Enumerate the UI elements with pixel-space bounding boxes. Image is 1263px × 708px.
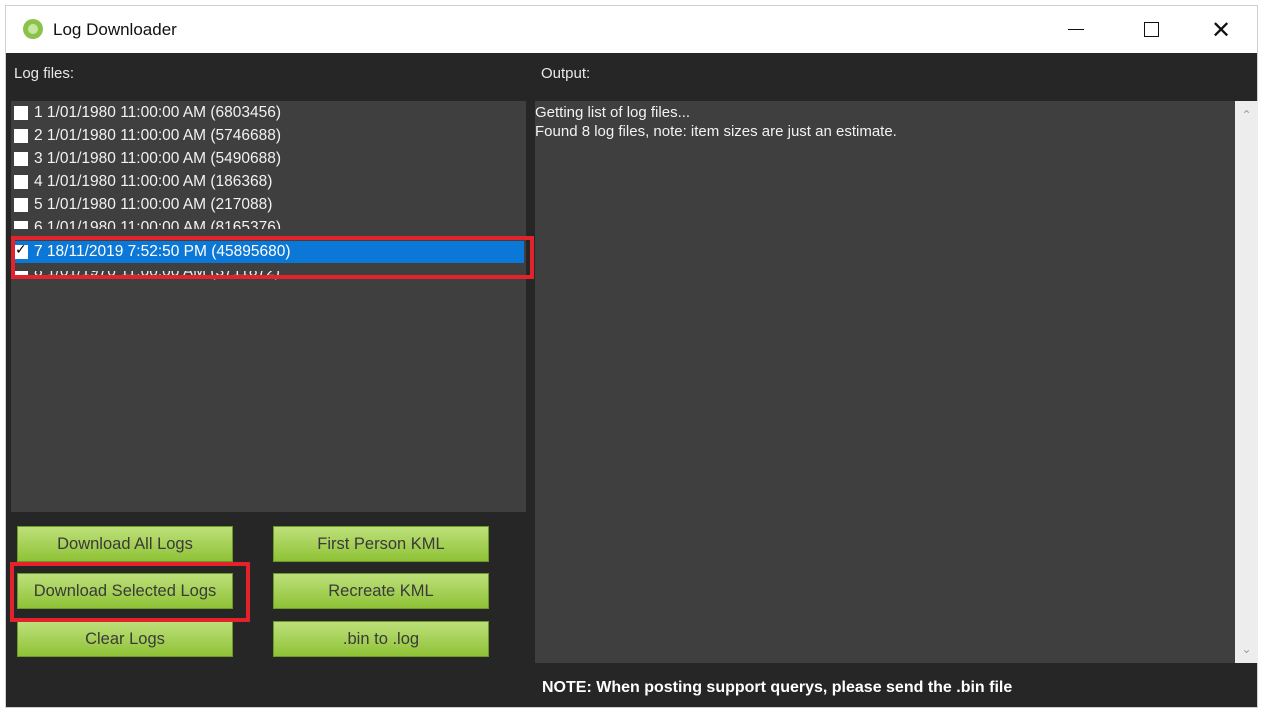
minimize-button[interactable] xyxy=(1041,6,1111,53)
log-file-item-4[interactable]: 4 1/01/1980 11:00:00 AM (186368) xyxy=(14,171,524,193)
close-icon: ✕ xyxy=(1210,15,1232,44)
app-logo-icon xyxy=(23,19,43,39)
highlight-box-download-selected xyxy=(10,562,250,622)
log-file-item-1[interactable]: 1 1/01/1980 11:00:00 AM (6803456) xyxy=(14,102,524,124)
output-scrollbar[interactable]: ⌃ ⌄ xyxy=(1235,101,1258,663)
checkbox[interactable] xyxy=(14,221,28,229)
support-note: NOTE: When posting support querys, pleas… xyxy=(542,679,1013,696)
checkbox[interactable] xyxy=(14,152,28,166)
log-file-label: 2 1/01/1980 11:00:00 AM (5746688) xyxy=(34,127,282,144)
log-file-label: 6 1/01/1980 11:00:00 AM (8165376) xyxy=(34,219,282,236)
log-file-label: 5 1/01/1980 11:00:00 AM (217088) xyxy=(34,196,273,213)
recreate-kml-button[interactable]: Recreate KML xyxy=(273,573,489,609)
output-label: Output: xyxy=(541,65,591,82)
checkbox[interactable] xyxy=(14,175,28,189)
close-button[interactable]: ✕ xyxy=(1186,6,1256,53)
output-line: Getting list of log files... xyxy=(535,104,691,121)
first-person-kml-button[interactable]: First Person KML xyxy=(273,526,489,562)
output-line: Found 8 log files, note: item sizes are … xyxy=(535,123,897,140)
log-files-list[interactable]: 1 1/01/1980 11:00:00 AM (6803456) 2 1/01… xyxy=(11,101,526,512)
log-file-label: 4 1/01/1980 11:00:00 AM (186368) xyxy=(34,173,273,190)
log-file-label: 3 1/01/1980 11:00:00 AM (5490688) xyxy=(34,150,282,167)
checkbox[interactable] xyxy=(14,129,28,143)
log-file-item-2[interactable]: 2 1/01/1980 11:00:00 AM (5746688) xyxy=(14,125,524,147)
window-title: Log Downloader xyxy=(53,20,177,39)
scroll-down-icon[interactable]: ⌄ xyxy=(1235,639,1258,659)
scroll-up-icon[interactable]: ⌃ xyxy=(1235,105,1258,125)
log-file-item-5[interactable]: 5 1/01/1980 11:00:00 AM (217088) xyxy=(14,194,524,216)
checkbox[interactable] xyxy=(14,198,28,212)
log-files-label: Log files: xyxy=(14,65,75,82)
log-downloader-window: Log Downloader ✕ Log files: Output: 1 1/… xyxy=(5,5,1258,708)
log-file-label: 1 1/01/1980 11:00:00 AM (6803456) xyxy=(34,104,282,121)
log-file-item-3[interactable]: 3 1/01/1980 11:00:00 AM (5490688) xyxy=(14,148,524,170)
download-all-logs-button[interactable]: Download All Logs xyxy=(17,526,233,562)
maximize-button[interactable] xyxy=(1116,6,1186,53)
title-bar: Log Downloader ✕ xyxy=(6,6,1257,53)
highlight-box-selected-log xyxy=(11,236,534,279)
output-textbox[interactable]: Getting list of log files... Found 8 log… xyxy=(535,101,1258,663)
clear-logs-button[interactable]: Clear Logs xyxy=(17,621,233,657)
bin-to-log-button[interactable]: .bin to .log xyxy=(273,621,489,657)
checkbox[interactable] xyxy=(14,106,28,120)
